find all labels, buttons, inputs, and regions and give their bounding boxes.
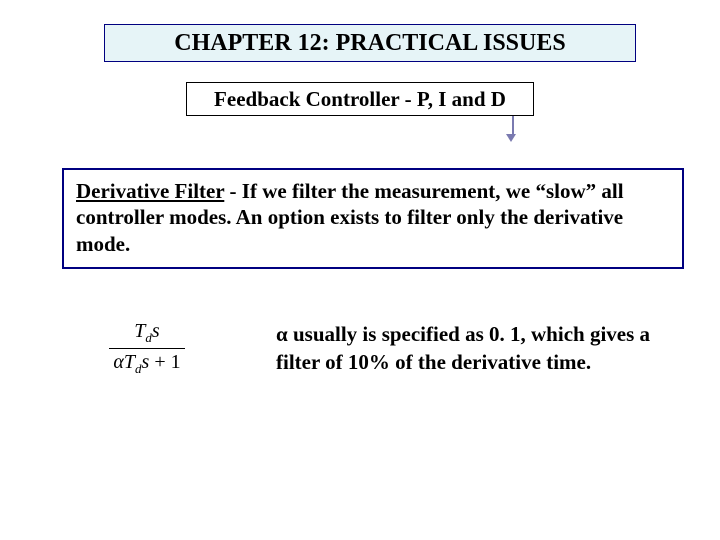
body-box: Derivative Filter - If we filter the mea…: [62, 168, 684, 269]
tds-num: Tds: [134, 320, 159, 342]
chapter-title: CHAPTER 12: PRACTICAL ISSUES: [104, 24, 636, 62]
bottom-row: Tds αTds + 1 α usually is specified as 0…: [62, 320, 672, 377]
arrow-down-icon: [510, 116, 516, 142]
formula-denominator: αTds + 1: [62, 349, 232, 377]
note-text: usually is specified as 0. 1, which give…: [276, 322, 650, 373]
formula: Tds αTds + 1: [62, 320, 232, 377]
subtitle: Feedback Controller - P, I and D: [186, 82, 534, 116]
alpha-note: α usually is specified as 0. 1, which gi…: [232, 321, 672, 376]
alpha-icon: α: [276, 322, 288, 346]
formula-numerator: Tds: [62, 320, 232, 348]
body-heading: Derivative Filter: [76, 179, 224, 203]
